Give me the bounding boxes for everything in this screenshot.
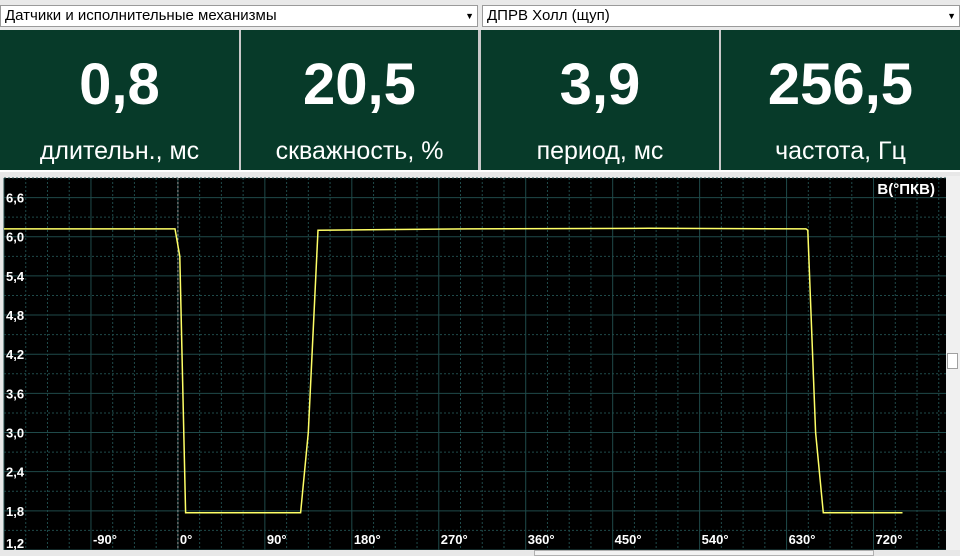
y-tick-label: 5,4 — [6, 269, 25, 284]
metrics-panel: 0,8 длительн., мс 20,5 скважность, % 3,9… — [0, 30, 960, 170]
metric-label: скважность, % — [275, 137, 444, 165]
y-tick-label: 4,8 — [6, 308, 24, 323]
x-tick-label: -90° — [93, 532, 117, 547]
metric-duty-cycle: 20,5 скважность, % — [241, 30, 478, 170]
x-tick-label: 540° — [702, 532, 729, 547]
scrollbar-thumb[interactable] — [947, 353, 958, 369]
oscilloscope-chart[interactable]: 6,6 6,0 5,4 4,8 4,2 3,6 3,0 2,4 1,8 1,2 -90° 0° 90° 1… — [0, 172, 946, 550]
x-tick-label: 0° — [180, 532, 192, 547]
x-tick-label: 360° — [528, 532, 555, 547]
vertical-scrollbar[interactable] — [946, 176, 960, 550]
sensor-group-select-value: Датчики и исполнительные механизмы — [5, 7, 277, 24]
sensor-group-select[interactable]: Датчики и исполнительные механизмы ▼ — [0, 5, 478, 27]
dropdown-arrow-icon[interactable]: ▼ — [947, 6, 956, 26]
oscilloscope-area: 6,6 6,0 5,4 4,8 4,2 3,6 3,0 2,4 1,8 1,2 -90° 0° 90° 1… — [0, 172, 960, 556]
x-tick-label: 180° — [354, 532, 381, 547]
x-tick-label: 270° — [441, 532, 468, 547]
metric-period: 3,9 период, мс — [481, 30, 719, 170]
y-tick-label: 2,4 — [6, 465, 25, 480]
metric-value: 256,5 — [767, 52, 914, 117]
metric-duration: 0,8 длительн., мс — [0, 30, 239, 170]
y-tick-label: 1,8 — [6, 504, 24, 519]
y-tick-label: 6,6 — [6, 191, 24, 206]
y-tick-label: 3,0 — [6, 426, 24, 441]
sensor-select[interactable]: ДПРВ Холл (щуп) ▼ — [482, 5, 960, 27]
dropdown-arrow-icon[interactable]: ▼ — [465, 6, 474, 26]
metric-label: длительн., мс — [39, 137, 200, 165]
metric-value: 20,5 — [303, 52, 416, 117]
horizontal-scrollbar[interactable] — [534, 550, 874, 556]
toolbar: Датчики и исполнительные механизмы ▼ ДПР… — [0, 0, 960, 30]
metric-frequency: 256,5 частота, Гц — [721, 30, 960, 170]
y-tick-label: 3,6 — [6, 386, 24, 401]
y-tick-label: 1,2 — [6, 536, 24, 550]
x-tick-label: 450° — [615, 532, 642, 547]
metric-value: 0,8 — [79, 52, 160, 117]
metric-label: частота, Гц — [775, 137, 906, 165]
x-tick-label: 90° — [267, 532, 287, 547]
metric-label: период, мс — [536, 137, 664, 165]
metric-value: 3,9 — [559, 52, 641, 117]
x-tick-label: 630° — [789, 532, 816, 547]
y-tick-label: 6,0 — [6, 230, 24, 245]
y-tick-label: 4,2 — [6, 347, 24, 362]
x-tick-label: 720° — [876, 532, 903, 547]
sensor-select-value: ДПРВ Холл (щуп) — [487, 7, 610, 24]
plot-background — [4, 178, 946, 550]
chart-title: В(°ПКВ) — [877, 181, 935, 198]
